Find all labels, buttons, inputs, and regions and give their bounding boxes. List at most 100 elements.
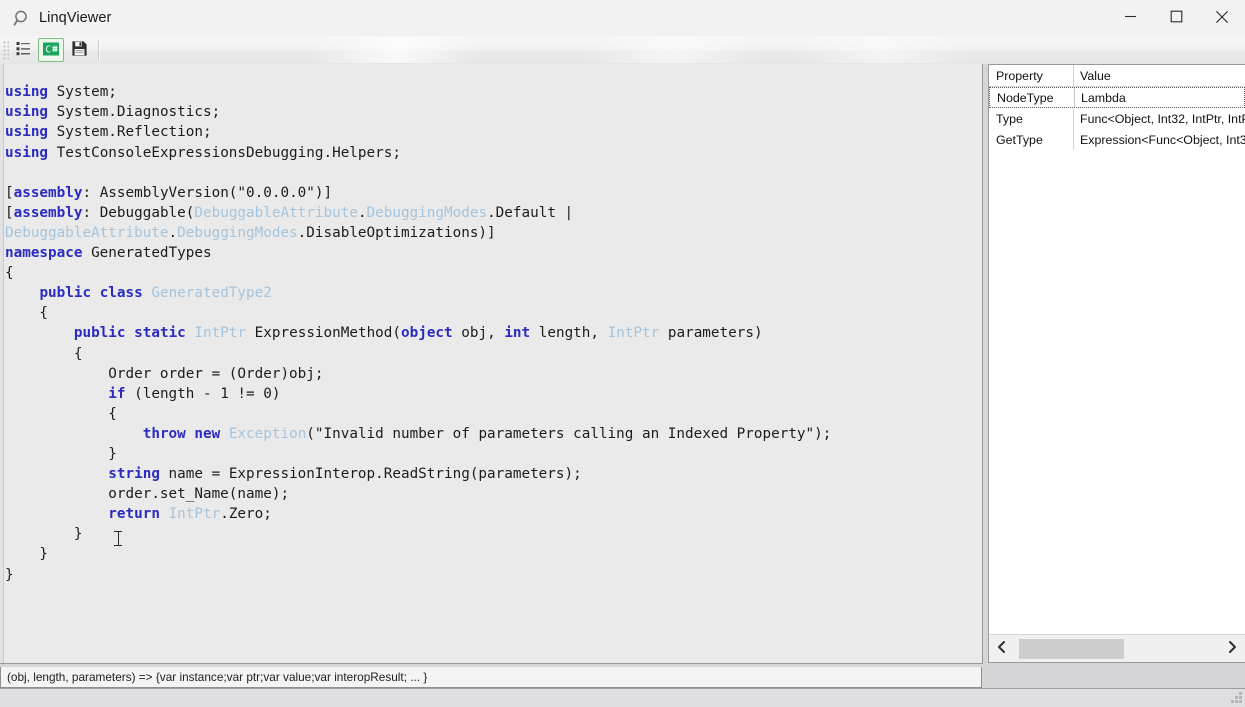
property-grid[interactable]: Property Value NodeType Lambda Type Func<Ob… <box>989 65 1245 635</box>
code-token-plain: ("Invalid number of parameters calling a… <box>306 425 832 442</box>
code-token-plain: length, <box>530 325 608 342</box>
scrollbar-thumb[interactable] <box>1019 638 1124 659</box>
code-token-kw: object <box>401 325 453 342</box>
code-token-kw: return <box>108 506 160 523</box>
magnifier-icon <box>9 5 35 31</box>
c-sharp-icon: C <box>42 41 60 60</box>
code-token-plain: } <box>5 566 14 583</box>
grip-dot <box>1235 700 1238 703</box>
maximize-button[interactable] <box>1153 0 1199 36</box>
code-token-typ: DebuggingModes <box>177 224 298 241</box>
code-token-typ: DebuggableAttribute <box>194 204 358 221</box>
code-token-kw: if <box>108 385 126 402</box>
editor-gutter <box>0 64 4 663</box>
close-icon <box>1215 10 1229 27</box>
code-token-plain: . <box>168 224 178 241</box>
column-divider[interactable] <box>1073 129 1074 150</box>
code-token-plain: [ <box>5 204 14 221</box>
property-row[interactable]: NodeType Lambda <box>989 87 1245 108</box>
svg-text:C: C <box>45 44 51 55</box>
property-row[interactable]: GetTypeExpression<Func<Object, Int32, In… <box>989 129 1245 150</box>
scroll-left-button[interactable] <box>989 635 1015 662</box>
scrollbar-track[interactable] <box>1015 635 1219 662</box>
toolbar: C <box>0 36 1245 65</box>
toolbar-empty-area <box>104 37 1245 63</box>
code-token-plain: : AssemblyVersion("0.0.0.0")] <box>82 184 333 201</box>
property-grid-horizontal-scrollbar[interactable] <box>989 634 1245 662</box>
code-token-plain: System.Diagnostics; <box>48 104 221 121</box>
code-token-plain: } <box>5 546 49 563</box>
toolbar-separator <box>98 40 100 60</box>
toolbar-drag-handle[interactable] <box>2 40 9 60</box>
code-token-attr: assembly <box>13 184 83 201</box>
code-content[interactable]: using System; using System.Diagnostics; … <box>5 82 982 648</box>
code-token-kw: public <box>73 325 126 342</box>
property-row[interactable]: TypeFunc<Object, Int32, IntPtr, IntPtr> <box>989 108 1245 129</box>
property-value-cell[interactable]: Func<Object, Int32, IntPtr, IntPtr> <box>1073 112 1245 126</box>
column-divider[interactable] <box>1073 65 1074 86</box>
save-button[interactable] <box>66 38 92 62</box>
property-grid-header: Property Value <box>989 65 1245 87</box>
code-editor[interactable]: using System; using System.Diagnostics; … <box>0 64 983 664</box>
status-bar-filler <box>982 667 1245 688</box>
code-token-plain: parameters) <box>659 325 763 342</box>
tree-view-button[interactable] <box>10 38 36 62</box>
code-token-kw: using <box>5 124 49 141</box>
code-token-plain: { <box>5 345 83 362</box>
code-token-kw: static <box>134 325 186 342</box>
code-token-kw: using <box>5 104 49 121</box>
code-token-plain: TestConsoleExpressionsDebugging.Helpers; <box>48 144 401 161</box>
floppy-disk-save-icon <box>71 40 88 60</box>
code-token-plain: Order order = (Order)obj; <box>5 365 324 382</box>
grip-dot <box>1239 696 1242 699</box>
grip-dot <box>1231 700 1234 703</box>
grip-dot <box>1239 700 1242 703</box>
code-token-typ: DebuggingModes <box>366 204 488 221</box>
code-token-kw: public <box>39 285 92 302</box>
code-token-plain: { <box>5 265 14 282</box>
code-token-plain: System; <box>48 84 117 101</box>
code-token-kw: int <box>504 325 531 342</box>
column-header-value[interactable]: Value <box>1073 69 1245 83</box>
close-button[interactable] <box>1199 0 1245 36</box>
code-token-plain: { <box>5 405 117 422</box>
property-name-cell[interactable]: Type <box>989 112 1073 126</box>
window-controls <box>1107 0 1245 36</box>
code-token-plain: obj, <box>452 325 505 342</box>
property-value-cell[interactable]: Expression<Func<Object, Int32, IntPtr, I… <box>1073 133 1245 147</box>
grip-dot <box>1239 692 1242 695</box>
main-content: using System; using System.Diagnostics; … <box>0 64 1245 667</box>
code-token-typ: DebuggableAttribute <box>5 224 169 241</box>
code-token-kw: throw <box>142 425 186 442</box>
property-name-cell[interactable]: NodeType <box>990 91 1074 105</box>
code-token-kw: using <box>5 144 49 161</box>
resize-grip[interactable] <box>1227 690 1243 706</box>
code-token-plain: . <box>357 204 367 221</box>
property-name-cell[interactable]: GetType <box>989 133 1073 147</box>
scroll-right-button[interactable] <box>1219 635 1245 662</box>
minimize-icon <box>1124 10 1137 26</box>
column-divider[interactable] <box>1073 108 1074 129</box>
csharp-view-button[interactable]: C <box>38 38 64 62</box>
column-header-property[interactable]: Property <box>989 69 1073 83</box>
minimize-button[interactable] <box>1107 0 1153 36</box>
linqviewer-window: LinqViewer C using System; using System.… <box>0 0 1245 707</box>
code-token-plain: name = ExpressionInterop.ReadString(para… <box>159 466 582 483</box>
property-panel: Property Value NodeType Lambda Type Func<Ob… <box>988 64 1245 663</box>
code-token-plain: GeneratedTypes <box>82 245 212 262</box>
code-token-kw: new <box>194 425 221 442</box>
column-divider[interactable] <box>1074 88 1075 107</box>
code-token-kw: class <box>99 285 143 302</box>
code-token-attr: assembly <box>13 204 83 221</box>
code-token-plain: System.Reflection; <box>48 124 212 141</box>
code-token-typ: GeneratedType2 <box>151 285 272 302</box>
property-value-cell[interactable]: Lambda <box>1074 91 1244 105</box>
